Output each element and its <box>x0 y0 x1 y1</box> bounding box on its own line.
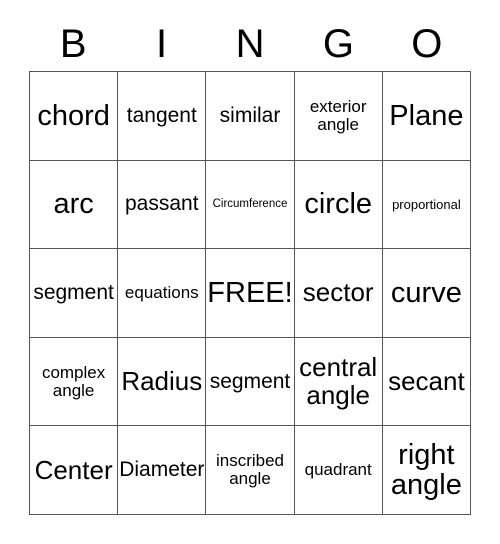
bingo-cell-label: complex angle <box>41 362 106 400</box>
bingo-grid: chord tangent similar exterior angle Pla… <box>29 71 471 515</box>
bingo-cell-label: similar <box>219 103 281 127</box>
bingo-cell-label: arc <box>53 188 94 221</box>
bingo-cell-label: equations <box>124 283 199 303</box>
bingo-cell-label: quadrant <box>304 460 372 480</box>
bingo-cell-r5c4[interactable]: quadrant <box>294 426 383 515</box>
bingo-cell-free-space[interactable]: FREE! <box>206 249 295 338</box>
bingo-cell-r3c1[interactable]: segment <box>30 249 119 338</box>
bingo-cell-label: Circumference <box>212 198 288 211</box>
bingo-cell-r3c4[interactable]: sector <box>294 249 383 338</box>
bingo-header-letter-i: I <box>156 22 168 66</box>
bingo-cell-r5c3[interactable]: inscribed angle <box>206 426 295 515</box>
bingo-cell-r3c5[interactable]: curve <box>382 249 471 338</box>
bingo-header-letter-g: G <box>322 22 354 66</box>
bingo-cell-r5c1[interactable]: Center <box>30 426 119 515</box>
bingo-cell-r5c2[interactable]: Diameter <box>118 426 207 515</box>
bingo-cell-label: inscribed angle <box>215 451 285 489</box>
bingo-cell-r4c2[interactable]: Radius <box>118 337 207 427</box>
bingo-cell-r4c4[interactable]: central angle <box>294 337 383 427</box>
bingo-cell-r2c4[interactable]: circle <box>294 160 383 250</box>
bingo-cell-r2c5[interactable]: proportional <box>382 160 471 250</box>
bingo-cell-r1c2[interactable]: tangent <box>118 72 207 161</box>
bingo-cell-r2c3[interactable]: Circumference <box>206 160 295 250</box>
bingo-cell-label: proportional <box>392 196 461 212</box>
bingo-cell-r2c1[interactable]: arc <box>30 160 119 250</box>
bingo-cell-label: curve <box>390 276 462 309</box>
bingo-cell-label: central angle <box>299 352 378 410</box>
bingo-cell-r3c2[interactable]: equations <box>118 249 207 338</box>
bingo-cell-label: segment <box>33 280 114 304</box>
bingo-cell-label: passant <box>125 192 199 216</box>
bingo-header-letter-n: N <box>235 22 265 66</box>
bingo-cell-r4c3[interactable]: segment <box>206 337 295 427</box>
bingo-cell-label: Diameter <box>119 458 205 482</box>
bingo-cell-r1c4[interactable]: exterior angle <box>294 72 383 161</box>
bingo-cell-r2c2[interactable]: passant <box>118 160 207 250</box>
bingo-cell-label: chord <box>37 99 110 132</box>
bingo-header-letter-b: B <box>59 22 87 66</box>
bingo-cell-r4c1[interactable]: complex angle <box>30 337 119 427</box>
bingo-cell-label: circle <box>304 188 373 221</box>
bingo-cell-label: exterior angle <box>309 96 367 134</box>
bingo-cell-label: sector <box>302 277 374 308</box>
bingo-cell-label: Center <box>34 454 113 485</box>
bingo-cell-r4c5[interactable]: secant <box>382 337 471 427</box>
bingo-cell-label: FREE! <box>207 276 293 309</box>
bingo-header-row: B I N G O <box>29 17 471 71</box>
bingo-cell-r1c1[interactable]: chord <box>30 72 119 161</box>
bingo-cell-label: tangent <box>126 103 197 127</box>
bingo-cell-r1c3[interactable]: similar <box>206 72 295 161</box>
bingo-cell-label: Radius <box>121 365 203 396</box>
bingo-cell-label: secant <box>388 365 465 396</box>
bingo-cell-label: right angle <box>390 438 462 502</box>
bingo-header-letter-o: O <box>411 22 443 66</box>
bingo-card: B I N G O chord tangent similar exterior… <box>0 0 500 544</box>
bingo-cell-label: segment <box>209 369 291 393</box>
bingo-cell-r5c5[interactable]: right angle <box>382 426 471 515</box>
bingo-cell-r1c5[interactable]: Plane <box>382 72 471 161</box>
bingo-cell-label: Plane <box>389 99 464 132</box>
